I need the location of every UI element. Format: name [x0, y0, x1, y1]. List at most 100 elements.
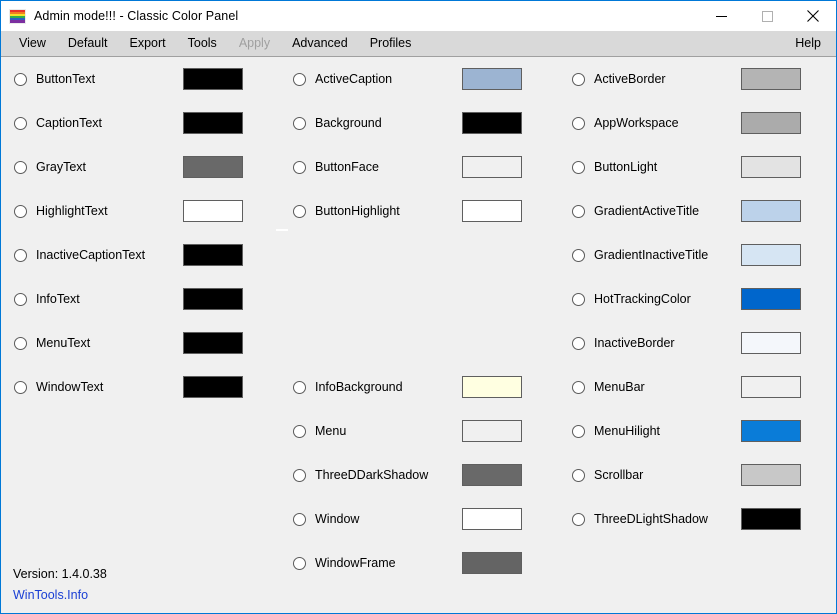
- color-swatch-menu[interactable]: [462, 420, 522, 442]
- radio-activecaption[interactable]: [293, 73, 306, 86]
- color-row[interactable]: ThreeDDarkShadow: [280, 453, 559, 497]
- color-swatch-graytext[interactable]: [183, 156, 243, 178]
- minimize-button[interactable]: [698, 1, 744, 31]
- color-row[interactable]: ThreeDLightShadow: [559, 497, 837, 541]
- radio-gradientactivetitle[interactable]: [572, 205, 585, 218]
- menu-item-help[interactable]: Help: [784, 32, 836, 55]
- color-swatch-background[interactable]: [462, 112, 522, 134]
- maximize-button[interactable]: [744, 1, 790, 31]
- color-row[interactable]: ActiveBorder: [559, 57, 837, 101]
- color-swatch-threedlightshadow[interactable]: [741, 508, 801, 530]
- menu-item-advanced[interactable]: Advanced: [281, 32, 359, 55]
- color-swatch-gradientinactivetitle[interactable]: [741, 244, 801, 266]
- menu-item-tools[interactable]: Tools: [177, 32, 228, 55]
- menu-item-view[interactable]: View: [8, 32, 57, 55]
- radio-menuhilight[interactable]: [572, 425, 585, 438]
- color-row[interactable]: WindowFrame: [280, 541, 559, 585]
- radio-menu[interactable]: [293, 425, 306, 438]
- color-row[interactable]: InactiveCaptionText: [1, 233, 280, 277]
- color-swatch-scrollbar[interactable]: [741, 464, 801, 486]
- color-row[interactable]: GradientActiveTitle: [559, 189, 837, 233]
- color-swatch-threeddarkshadow[interactable]: [462, 464, 522, 486]
- color-swatch-menutext[interactable]: [183, 332, 243, 354]
- color-swatch-hottrackingcolor[interactable]: [741, 288, 801, 310]
- menu-item-profiles[interactable]: Profiles: [359, 32, 423, 55]
- color-row[interactable]: ButtonHighlight: [280, 189, 559, 233]
- color-row[interactable]: Window: [280, 497, 559, 541]
- menu-item-default[interactable]: Default: [57, 32, 119, 55]
- color-name-label: InactiveCaptionText: [36, 248, 183, 262]
- color-swatch-infotext[interactable]: [183, 288, 243, 310]
- radio-scrollbar[interactable]: [572, 469, 585, 482]
- color-row[interactable]: CaptionText: [1, 101, 280, 145]
- color-row[interactable]: WindowText: [1, 365, 280, 409]
- color-row[interactable]: Background: [280, 101, 559, 145]
- color-row[interactable]: ButtonLight: [559, 145, 837, 189]
- color-row[interactable]: MenuText: [1, 321, 280, 365]
- color-name-label: ButtonFace: [315, 160, 462, 174]
- color-row[interactable]: Menu: [280, 409, 559, 453]
- color-row[interactable]: GrayText: [1, 145, 280, 189]
- radio-highlighttext[interactable]: [14, 205, 27, 218]
- radio-infobackground[interactable]: [293, 381, 306, 394]
- radio-captiontext[interactable]: [14, 117, 27, 130]
- radio-buttonhighlight[interactable]: [293, 205, 306, 218]
- color-row[interactable]: HighlightText: [1, 189, 280, 233]
- radio-hottrackingcolor[interactable]: [572, 293, 585, 306]
- radio-window[interactable]: [293, 513, 306, 526]
- radio-background[interactable]: [293, 117, 306, 130]
- color-swatch-buttonhighlight[interactable]: [462, 200, 522, 222]
- color-swatch-buttonface[interactable]: [462, 156, 522, 178]
- color-swatch-captiontext[interactable]: [183, 112, 243, 134]
- color-row[interactable]: MenuBar: [559, 365, 837, 409]
- color-row[interactable]: InactiveBorder: [559, 321, 837, 365]
- color-row[interactable]: ButtonFace: [280, 145, 559, 189]
- radio-appworkspace[interactable]: [572, 117, 585, 130]
- radio-inactivecaptiontext[interactable]: [14, 249, 27, 262]
- radio-windowframe[interactable]: [293, 557, 306, 570]
- radio-threeddarkshadow[interactable]: [293, 469, 306, 482]
- color-row[interactable]: InfoBackground: [280, 365, 559, 409]
- color-swatch-highlighttext[interactable]: [183, 200, 243, 222]
- close-button[interactable]: [790, 1, 836, 31]
- color-row[interactable]: GradientInactiveTitle: [559, 233, 837, 277]
- color-swatch-windowtext[interactable]: [183, 376, 243, 398]
- color-row[interactable]: ActiveCaption: [280, 57, 559, 101]
- color-row[interactable]: AppWorkspace: [559, 101, 837, 145]
- color-row[interactable]: Scrollbar: [559, 453, 837, 497]
- radio-inactiveborder[interactable]: [572, 337, 585, 350]
- color-swatch-activecaption[interactable]: [462, 68, 522, 90]
- color-name-label: ActiveBorder: [594, 72, 741, 86]
- radio-gradientinactivetitle[interactable]: [572, 249, 585, 262]
- color-row[interactable]: MenuHilight: [559, 409, 837, 453]
- color-row[interactable]: InfoText: [1, 277, 280, 321]
- radio-menubar[interactable]: [572, 381, 585, 394]
- color-swatch-infobackground[interactable]: [462, 376, 522, 398]
- color-swatch-activeborder[interactable]: [741, 68, 801, 90]
- color-swatch-menubar[interactable]: [741, 376, 801, 398]
- radio-buttonlight[interactable]: [572, 161, 585, 174]
- radio-infotext[interactable]: [14, 293, 27, 306]
- color-swatch-menuhilight[interactable]: [741, 420, 801, 442]
- radio-buttonface[interactable]: [293, 161, 306, 174]
- color-swatch-window[interactable]: [462, 508, 522, 530]
- radio-graytext[interactable]: [14, 161, 27, 174]
- color-swatch-inactivecaptiontext[interactable]: [183, 244, 243, 266]
- color-swatch-buttontext[interactable]: [183, 68, 243, 90]
- color-swatch-inactiveborder[interactable]: [741, 332, 801, 354]
- color-row[interactable]: ButtonText: [1, 57, 280, 101]
- color-row[interactable]: HotTrackingColor: [559, 277, 837, 321]
- radio-buttontext[interactable]: [14, 73, 27, 86]
- color-swatch-windowframe[interactable]: [462, 552, 522, 574]
- menu-item-export[interactable]: Export: [118, 32, 176, 55]
- color-swatch-appworkspace[interactable]: [741, 112, 801, 134]
- color-swatch-gradientactivetitle[interactable]: [741, 200, 801, 222]
- radio-menutext[interactable]: [14, 337, 27, 350]
- title-bar[interactable]: Admin mode!!! - Classic Color Panel: [1, 1, 836, 31]
- radio-activeborder[interactable]: [572, 73, 585, 86]
- wintools-info-link[interactable]: WinTools.Info: [13, 588, 88, 602]
- color-swatch-buttonlight[interactable]: [741, 156, 801, 178]
- radio-windowtext[interactable]: [14, 381, 27, 394]
- color-name-label: InfoText: [36, 292, 183, 306]
- radio-threedlightshadow[interactable]: [572, 513, 585, 526]
